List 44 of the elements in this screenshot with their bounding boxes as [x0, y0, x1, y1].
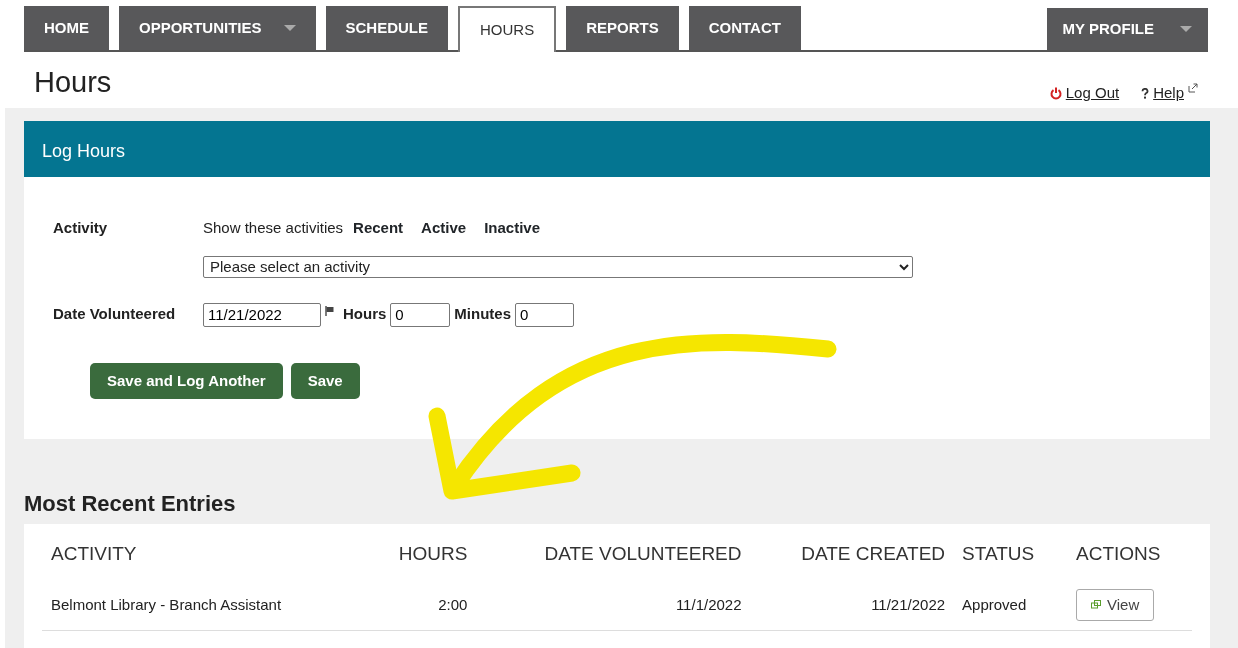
filter-label: Show these activities — [203, 218, 344, 238]
date-field[interactable]: 11/21/2022 — [203, 302, 321, 327]
filter-link[interactable]: Active — [421, 217, 467, 240]
column-header: ACTIVITY — [50, 542, 138, 566]
view-button[interactable]: View — [1076, 588, 1155, 621]
header-link[interactable]: Help — [1153, 81, 1184, 105]
filter-link[interactable]: Recent — [353, 217, 404, 240]
table-cell: 11/21/2022 — [749, 582, 954, 631]
save-button[interactable]: Save and Log Another — [90, 362, 283, 399]
field-label: Date Volunteered — [53, 304, 177, 325]
nav-tab[interactable]: HOME — [24, 6, 109, 50]
nav-tab[interactable]: REPORTS — [566, 6, 679, 50]
table-cell: Belmont Library - Branch Assistant — [42, 582, 385, 631]
column-header: ACTIONS — [1075, 542, 1162, 566]
header-link[interactable]: Log Out — [1065, 81, 1120, 105]
activity-select[interactable]: Please select an activity — [203, 255, 913, 278]
column-header: DATE CREATED — [800, 542, 947, 566]
column-header: STATUS — [961, 542, 1036, 566]
window-icon — [1091, 600, 1101, 610]
hours-field[interactable]: 0 — [390, 302, 451, 327]
table-cell: 11/1/2022 — [475, 582, 750, 631]
nav-tab[interactable]: CONTACT — [688, 6, 801, 50]
field-label: Hours — [343, 304, 387, 325]
nav-tab[interactable]: HOURS — [458, 6, 557, 52]
page-title: Hours — [34, 64, 112, 100]
external-link-icon — [1188, 83, 1198, 93]
filter-link[interactable]: Inactive — [484, 217, 540, 240]
minutes-field[interactable]: 0 — [515, 302, 574, 327]
section-title: Most Recent Entries — [24, 490, 237, 518]
table-cell: 2:00 — [384, 582, 476, 631]
field-label: Minutes — [454, 304, 511, 325]
field-label: Activity — [53, 218, 109, 238]
panel-header: Log Hours — [24, 121, 1210, 177]
flag-icon[interactable] — [325, 305, 335, 316]
column-header: DATE VOLUNTEERED — [543, 542, 743, 566]
nav-tab[interactable]: OPPORTUNITIES — [119, 6, 316, 50]
caret-icon — [1180, 26, 1192, 32]
nav-tab[interactable]: SCHEDULE — [325, 6, 449, 50]
table-cell: Approved — [953, 582, 1067, 631]
power-icon — [1049, 86, 1062, 100]
profile-menu[interactable]: MY PROFILE — [1046, 8, 1208, 50]
question-icon — [1141, 87, 1150, 99]
column-header: HOURS — [397, 542, 469, 566]
save-button[interactable]: Save — [290, 362, 360, 399]
